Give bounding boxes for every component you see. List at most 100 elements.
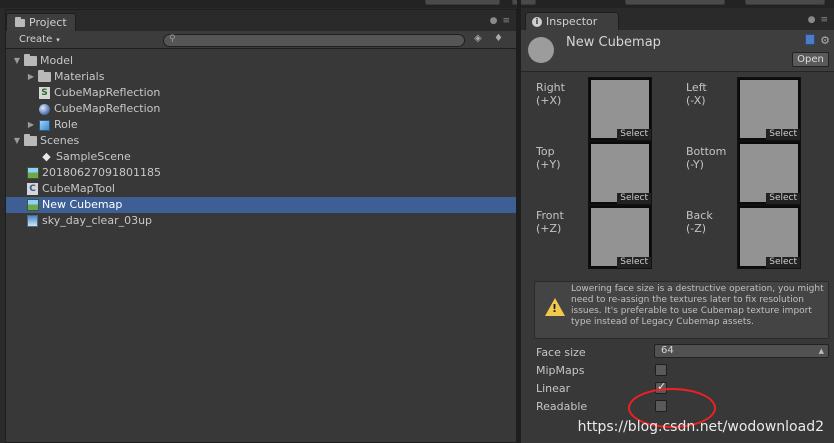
inspector-tab-controls: ● ≡ — [808, 15, 828, 25]
open-button[interactable]: Open — [792, 52, 829, 67]
search-icon: ⚲ — [169, 34, 176, 44]
toolbar-button[interactable] — [425, 0, 500, 5]
face-size-dropdown[interactable]: 64 ▲ — [654, 344, 829, 358]
folder-icon — [24, 134, 37, 147]
tree-item-label: CubeMapReflection — [54, 86, 161, 99]
face-name: Left — [686, 81, 707, 94]
asset-name: New Cubemap — [566, 35, 661, 50]
face-front-slot[interactable]: Select — [588, 205, 652, 269]
linear-label: Linear — [536, 382, 571, 395]
tree-item-samplescene[interactable]: ◆ SampleScene — [6, 149, 516, 165]
tree-item-role[interactable]: ▶ Role — [6, 117, 516, 133]
top-toolbar-strip — [0, 0, 834, 8]
tab-inspector[interactable]: i Inspector — [525, 12, 619, 30]
face-left-slot[interactable]: Select — [737, 77, 801, 141]
tree-item-scenes[interactable]: ▼ Scenes — [6, 133, 516, 149]
face-axis: (+Z) — [536, 222, 562, 235]
face-top-label: Top (+Y) — [536, 145, 561, 171]
search-input[interactable]: ⚲ — [163, 34, 465, 47]
tree-item-label: Role — [54, 118, 78, 131]
expand-arrow-icon[interactable]: ▼ — [12, 53, 22, 69]
gear-icon[interactable]: ⚙ — [820, 34, 830, 47]
info-icon: i — [532, 16, 542, 27]
tree-item-label: New Cubemap — [42, 198, 123, 211]
lock-icon[interactable]: ● — [490, 16, 498, 26]
face-size-label: Face size — [536, 346, 586, 359]
tree-item-materials[interactable]: ▶ Materials — [6, 69, 516, 85]
prefab-icon — [38, 119, 51, 131]
face-back-slot[interactable]: Select — [737, 205, 801, 269]
select-button[interactable]: Select — [766, 193, 800, 204]
tree-item-model[interactable]: ▼ Model — [6, 53, 516, 69]
inspector-tab-label: Inspector — [546, 15, 598, 28]
mipmaps-label: MipMaps — [536, 364, 585, 377]
cubemap-icon — [26, 167, 39, 179]
select-button[interactable]: Select — [617, 257, 651, 268]
project-toolbar: Create ▾ ⚲ ◈ ♦ — [6, 31, 516, 49]
folder-icon — [24, 54, 37, 67]
tree-item-sky-texture[interactable]: sky_day_clear_03up — [6, 213, 516, 229]
cubemap-preview-icon — [528, 37, 554, 63]
select-button[interactable]: Select — [617, 129, 651, 140]
help-book-icon[interactable] — [805, 34, 816, 45]
face-axis: (-Y) — [686, 158, 704, 171]
csharp-script-icon: C — [26, 183, 39, 195]
unity-scene-icon: ◆ — [42, 150, 51, 163]
collapse-arrow-icon[interactable]: ▶ — [26, 69, 36, 85]
create-button[interactable]: Create ▾ — [14, 33, 65, 47]
script-icon: S — [38, 87, 51, 99]
tree-item-cubemapreflection-material[interactable]: CubeMapReflection — [6, 101, 516, 117]
face-axis: (+X) — [536, 94, 562, 107]
face-front-label: Front (+Z) — [536, 209, 564, 235]
tree-item-label: SampleScene — [56, 150, 131, 163]
face-axis: (+Y) — [536, 158, 561, 171]
tree-item-label: Materials — [54, 70, 105, 83]
tree-item-label: 20180627091801185 — [42, 166, 161, 179]
face-axis: (-X) — [686, 94, 706, 107]
project-tab-label: Project — [29, 16, 67, 29]
dropdown-arrow-icon: ▲ — [818, 347, 824, 355]
face-back-label: Back (-Z) — [686, 209, 713, 235]
cubemap-icon — [26, 199, 39, 211]
material-sphere-icon — [38, 103, 51, 115]
toolbar-button[interactable] — [625, 0, 725, 5]
warning-helpbox: ! Lowering face size is a destructive op… — [534, 281, 829, 339]
filter-by-label-icon[interactable]: ♦ — [494, 33, 503, 44]
face-right-slot[interactable]: Select — [588, 77, 652, 141]
lock-icon[interactable]: ● — [808, 15, 816, 25]
expand-arrow-icon[interactable]: ▼ — [12, 133, 22, 149]
filter-by-type-icon[interactable]: ◈ — [474, 33, 482, 44]
tree-item-new-cubemap[interactable]: New Cubemap — [6, 197, 516, 213]
warning-exclamation: ! — [552, 302, 558, 315]
tree-item-cubemapreflection-script[interactable]: S CubeMapReflection — [6, 85, 516, 101]
mipmaps-checkbox[interactable] — [655, 364, 667, 376]
select-button[interactable]: Select — [617, 193, 651, 204]
face-name: Back — [686, 209, 713, 222]
select-button[interactable]: Select — [766, 257, 800, 268]
face-name: Front — [536, 209, 564, 222]
chevron-down-icon: ▾ — [56, 36, 60, 44]
collapse-arrow-icon[interactable]: ▶ — [26, 117, 36, 133]
warning-text: Lowering face size is a destructive oper… — [571, 284, 824, 327]
tab-project[interactable]: Project — [6, 13, 76, 31]
inspector-header: New Cubemap ⚙ Open — [521, 30, 834, 72]
select-button[interactable]: Select — [766, 129, 800, 140]
menu-icon[interactable]: ≡ — [820, 15, 828, 25]
readable-label: Readable — [536, 400, 588, 413]
face-axis: (-Z) — [686, 222, 707, 235]
texture-icon — [26, 215, 39, 227]
create-label: Create — [19, 34, 53, 45]
toolbar-button[interactable] — [745, 0, 825, 5]
tree-item-cubemaptool[interactable]: C CubeMapTool — [6, 181, 516, 197]
tree-item-label: CubeMapReflection — [54, 102, 161, 115]
inspector-tabbar: i Inspector ● ≡ — [521, 9, 834, 30]
face-top-slot[interactable]: Select — [588, 141, 652, 205]
tree-item-label: sky_day_clear_03up — [42, 214, 153, 227]
toolbar-button[interactable] — [512, 0, 536, 5]
menu-icon[interactable]: ≡ — [502, 16, 510, 26]
project-tabbar: Project ● ≡ — [6, 10, 516, 31]
header-icons: ⚙ — [805, 34, 830, 47]
face-left-label: Left (-X) — [686, 81, 707, 107]
tree-item-cubemap-2018[interactable]: 20180627091801185 — [6, 165, 516, 181]
face-bottom-slot[interactable]: Select — [737, 141, 801, 205]
